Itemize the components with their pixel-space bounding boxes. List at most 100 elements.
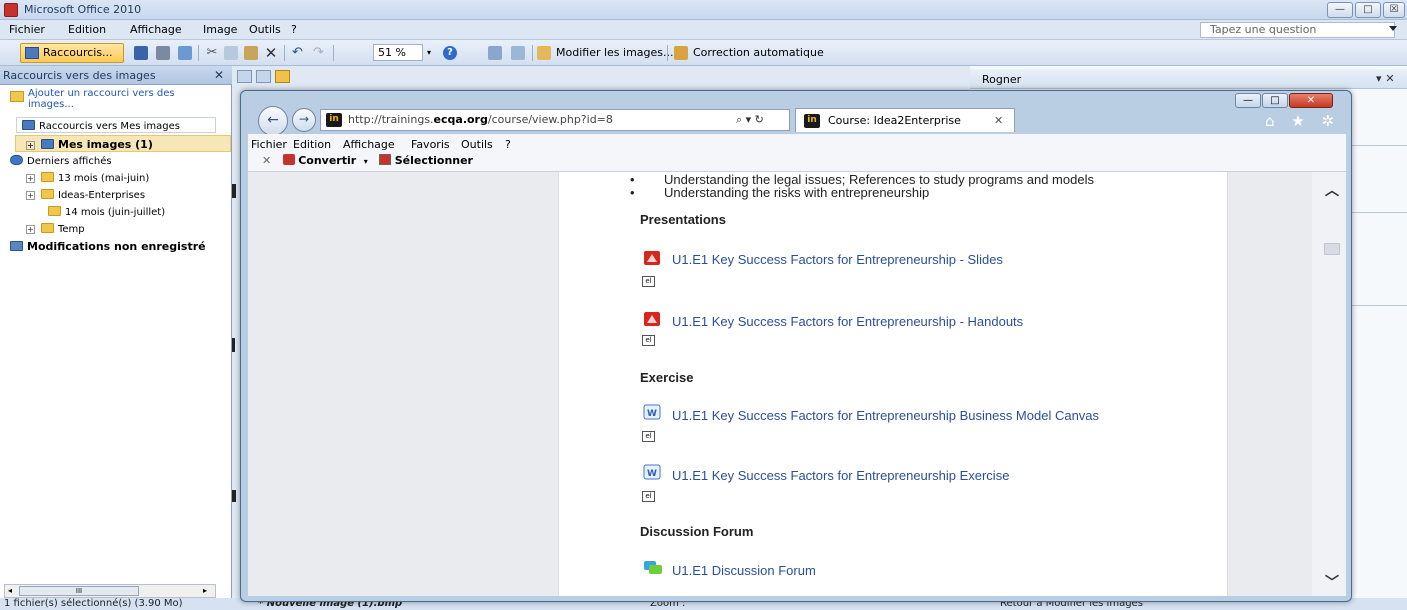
scroll-up-icon[interactable]: ︿ (1325, 180, 1339, 200)
paste-icon[interactable] (244, 46, 258, 60)
browser-tab[interactable]: in Course: Idea2Enterprise ✕ (795, 108, 1015, 132)
zoom-dropdown-icon[interactable]: ▾ (427, 46, 441, 60)
resource-link-exercise[interactable]: U1.E1 Key Success Factors for Entreprene… (672, 468, 1009, 483)
word-doc-icon: W (643, 464, 661, 480)
print-preview-icon[interactable] (178, 46, 192, 60)
menu-edition[interactable]: Edition (68, 23, 106, 36)
edit-images-button[interactable]: Modifier les images... (556, 46, 674, 59)
folder-icon (48, 206, 61, 216)
recent-icon (10, 155, 23, 165)
filmstrip-icon[interactable] (511, 46, 525, 60)
browser-menu-affichage[interactable]: Affichage (343, 138, 395, 151)
minimize-button[interactable]: — (1327, 2, 1353, 18)
tree-item-14-months[interactable]: 14 mois (juin-juillet) (48, 206, 165, 218)
add-shortcut-link[interactable]: Ajouter un raccourci vers des images... (28, 88, 218, 110)
close-button[interactable]: ☒ (1383, 2, 1405, 18)
expand-icon[interactable]: + (26, 225, 35, 234)
panel-header: Raccourcis vers des images (0, 66, 232, 85)
zoom-select[interactable]: 51 % (373, 44, 423, 61)
el-badge: el (642, 491, 655, 502)
url-suffix: /course/view.php?id=8 (487, 113, 613, 126)
search-reload-icons[interactable]: ⌕ ▾ ↻ (736, 113, 764, 127)
folder-icon (41, 223, 54, 233)
ask-dropdown-icon[interactable] (1389, 26, 1397, 31)
forward-icon[interactable]: → (292, 108, 316, 132)
expand-icon[interactable]: + (26, 141, 35, 150)
browser-menu-outils[interactable]: Outils (461, 138, 493, 151)
browser-scroll-thumb[interactable] (1324, 243, 1340, 255)
bullet-marker: • (630, 185, 635, 200)
scroll-right-icon[interactable]: ▸ (203, 586, 207, 595)
tree-item-ideas-enterprises[interactable]: + Ideas-Enterprises (26, 189, 145, 201)
tree-item-unsaved[interactable]: Modifications non enregistré (10, 240, 206, 253)
tree-item-temp[interactable]: + Temp (26, 223, 85, 235)
back-icon[interactable]: ← (258, 106, 288, 136)
el-badge: el (642, 335, 655, 346)
unsaved-icon (10, 241, 23, 251)
tree-label: Ideas-Enterprises (58, 190, 146, 201)
tab-close-icon[interactable]: ✕ (994, 114, 1003, 127)
tree-label: 14 mois (juin-juillet) (65, 207, 166, 218)
browser-maximize[interactable]: □ (1262, 93, 1288, 108)
crop-handle[interactable] (232, 490, 236, 502)
convert-dropdown-icon[interactable]: ▾ (364, 157, 368, 166)
browser-close[interactable]: ✕ (1289, 93, 1333, 108)
tree-item-13-months[interactable]: +13 mois (mai-juin) (26, 172, 149, 184)
undo-icon[interactable]: ↶ (292, 46, 306, 60)
cut-icon[interactable]: ✂ (205, 46, 219, 60)
select-button[interactable]: Sélectionner (395, 154, 473, 167)
toolbar-close-icon[interactable]: ✕ (262, 154, 271, 167)
print-icon[interactable] (156, 46, 170, 60)
section-exercise: Exercise (640, 370, 694, 385)
panel-close-button[interactable]: ✕ (214, 68, 224, 82)
thumbnails-icon[interactable] (488, 46, 502, 60)
copy-icon[interactable] (224, 46, 238, 60)
browser-menu-edition[interactable]: Edition (293, 138, 331, 151)
view-mode-buttons (237, 70, 307, 84)
crop-handle[interactable] (232, 184, 236, 198)
browser-menu-fichier[interactable]: Fichier (251, 138, 287, 151)
scroll-down-icon[interactable]: ﹀ (1325, 572, 1339, 592)
tab-title: Course: Idea2Enterprise (828, 114, 961, 127)
browser-menu-favoris[interactable]: Favoris (411, 138, 450, 151)
auto-correct-button[interactable]: Correction automatique (693, 46, 824, 59)
task-pane-close[interactable]: ▾ ✕ (1376, 72, 1395, 85)
browser-vertical-scrollbar[interactable] (1312, 172, 1346, 596)
resource-link-handouts[interactable]: U1.E1 Key Success Factors for Entreprene… (672, 314, 1023, 329)
expand-icon[interactable]: + (26, 174, 35, 183)
menu-outils[interactable]: Outils (249, 23, 281, 36)
redo-icon[interactable]: ↷ (313, 46, 327, 60)
filmstrip-view-icon[interactable] (256, 70, 271, 83)
help-icon[interactable]: ? (443, 46, 457, 60)
browser-minimize[interactable]: — (1235, 93, 1261, 108)
tree-item-recent[interactable]: Derniers affichés (10, 155, 112, 167)
tree-item-shortcuts-root[interactable]: Raccourcis vers Mes images (22, 120, 180, 132)
thumbnail-view-icon[interactable] (237, 70, 252, 83)
menu-image[interactable]: Image (203, 23, 237, 36)
url-domain: ecqa.org (433, 113, 488, 126)
address-bar[interactable]: in http://trainings.ecqa.org/course/view… (320, 109, 790, 131)
svg-text:W: W (647, 409, 657, 419)
shortcuts-button[interactable]: Raccourcis... (20, 43, 124, 63)
convert-button[interactable]: Convertir (298, 154, 356, 167)
maximize-button[interactable]: □ (1355, 2, 1381, 18)
resource-link-forum[interactable]: U1.E1 Discussion Forum (672, 563, 816, 578)
scroll-left-icon[interactable]: ◂ (8, 586, 12, 595)
crop-handle[interactable] (232, 338, 235, 352)
site-favicon: in (326, 113, 342, 127)
delete-icon[interactable]: ✕ (264, 46, 278, 61)
ask-question-input[interactable]: Tapez une question (1200, 22, 1395, 38)
resource-link-slides[interactable]: U1.E1 Key Success Factors for Entreprene… (672, 252, 1003, 267)
menu-affichage[interactable]: Affichage (130, 23, 182, 36)
menu-help[interactable]: ? (291, 23, 297, 36)
save-icon[interactable] (134, 46, 148, 60)
expand-icon[interactable]: + (26, 191, 35, 200)
resource-link-canvas[interactable]: U1.E1 Key Success Factors for Entreprene… (672, 408, 1099, 423)
horizontal-scrollbar[interactable]: ◂ III ▸ (4, 584, 216, 598)
browser-menu-help[interactable]: ? (505, 138, 511, 151)
menu-fichier[interactable]: Fichier (9, 23, 45, 36)
home-favorites-settings-icons[interactable]: ⌂ ★ ✲ (1265, 112, 1340, 130)
tree-item-my-images[interactable]: + Mes images (1) (26, 138, 153, 151)
scroll-thumb[interactable]: III (19, 586, 139, 596)
single-view-icon[interactable] (275, 70, 290, 83)
